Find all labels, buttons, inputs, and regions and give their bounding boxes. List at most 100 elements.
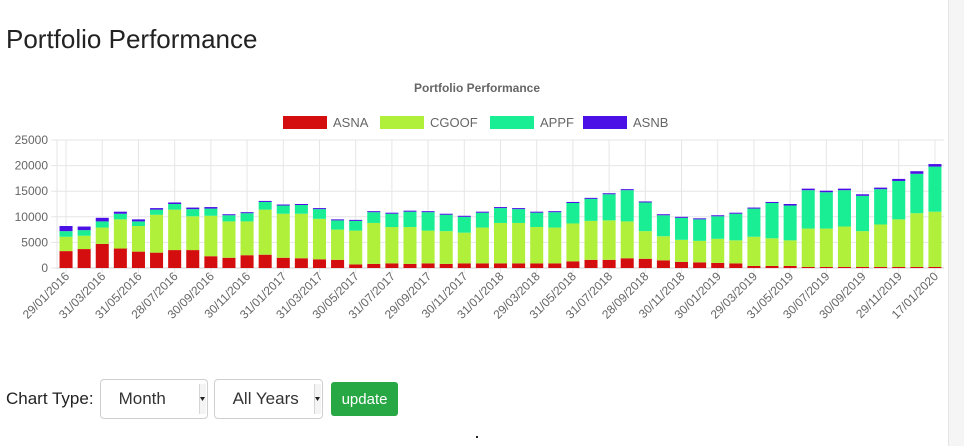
bar-asnb[interactable]: [59, 226, 73, 232]
bar-asnb[interactable]: [222, 214, 236, 216]
bar-asnb[interactable]: [475, 211, 489, 213]
bar-appf[interactable]: [367, 212, 381, 223]
bar-asna[interactable]: [113, 248, 127, 268]
bar-cgoof[interactable]: [59, 236, 73, 252]
bar-asna[interactable]: [493, 263, 508, 268]
bar-appf[interactable]: [403, 211, 417, 228]
bar-cgoof[interactable]: [837, 226, 851, 267]
bar-cgoof[interactable]: [204, 215, 218, 257]
bar-cgoof[interactable]: [276, 213, 290, 258]
bar-asnb[interactable]: [439, 213, 453, 215]
bar-appf[interactable]: [729, 213, 743, 241]
year-select[interactable]: All Years: [213, 379, 323, 419]
bar-asna[interactable]: [530, 263, 544, 268]
bar-asna[interactable]: [783, 265, 797, 268]
bar-appf[interactable]: [892, 180, 906, 220]
bar-cgoof[interactable]: [548, 227, 562, 264]
bar-cgoof[interactable]: [95, 227, 109, 244]
bar-asna[interactable]: [276, 257, 290, 268]
bar-appf[interactable]: [95, 221, 109, 228]
bar-asna[interactable]: [258, 254, 272, 268]
legend-label-appf[interactable]: APPF: [540, 115, 574, 130]
bar-asna[interactable]: [675, 261, 689, 268]
bar-cgoof[interactable]: [928, 211, 942, 267]
bar-asnb[interactable]: [258, 200, 272, 202]
bar-appf[interactable]: [928, 166, 942, 212]
bar-asnb[interactable]: [548, 211, 562, 213]
bar-asna[interactable]: [837, 266, 851, 268]
bar-asnb[interactable]: [819, 190, 833, 193]
bar-asna[interactable]: [711, 262, 725, 268]
bar-asna[interactable]: [638, 258, 652, 268]
bar-appf[interactable]: [910, 173, 924, 214]
bar-asna[interactable]: [910, 266, 924, 268]
bar-asnb[interactable]: [928, 164, 942, 167]
bar-appf[interactable]: [113, 213, 127, 220]
bar-asnb[interactable]: [493, 207, 508, 209]
bar-appf[interactable]: [331, 220, 345, 230]
bar-appf[interactable]: [294, 205, 308, 214]
bar-asna[interactable]: [240, 255, 254, 268]
bar-cgoof[interactable]: [186, 216, 200, 251]
bar-asna[interactable]: [819, 266, 833, 268]
bar-appf[interactable]: [638, 202, 652, 232]
bar-appf[interactable]: [349, 220, 363, 231]
bar-cgoof[interactable]: [783, 240, 797, 266]
bar-asna[interactable]: [168, 250, 182, 268]
legend-label-asna[interactable]: ASNA: [333, 115, 369, 130]
bar-asna[interactable]: [150, 252, 164, 268]
bar-asnb[interactable]: [95, 217, 109, 222]
legend-label-asnb[interactable]: ASNB: [633, 115, 668, 130]
bar-appf[interactable]: [131, 221, 145, 227]
bar-cgoof[interactable]: [294, 213, 308, 259]
bar-appf[interactable]: [240, 213, 254, 222]
bar-asnb[interactable]: [530, 211, 544, 213]
bar-asna[interactable]: [131, 251, 145, 268]
bar-appf[interactable]: [856, 195, 870, 232]
bar-appf[interactable]: [874, 189, 888, 225]
bar-asnb[interactable]: [620, 189, 634, 191]
bar-cgoof[interactable]: [349, 230, 363, 265]
bar-asnb[interactable]: [457, 215, 471, 217]
bar-cgoof[interactable]: [530, 227, 544, 264]
bar-cgoof[interactable]: [475, 227, 489, 264]
bar-asnb[interactable]: [403, 210, 417, 212]
bar-cgoof[interactable]: [168, 209, 182, 251]
bar-asna[interactable]: [765, 265, 779, 268]
bar-asnb[interactable]: [693, 218, 707, 220]
bar-appf[interactable]: [765, 202, 779, 239]
bar-cgoof[interactable]: [892, 219, 906, 267]
bar-asnb[interactable]: [312, 208, 326, 210]
bar-asna[interactable]: [349, 264, 363, 268]
bar-asna[interactable]: [693, 262, 707, 268]
bar-asna[interactable]: [928, 266, 942, 268]
update-button[interactable]: update: [330, 382, 399, 416]
legend-swatch-asna[interactable]: [283, 116, 327, 129]
bar-asna[interactable]: [457, 263, 471, 268]
bar-cgoof[interactable]: [638, 231, 652, 259]
bar-cgoof[interactable]: [675, 239, 689, 262]
bar-asnb[interactable]: [765, 201, 779, 203]
legend-swatch-appf[interactable]: [490, 116, 534, 129]
bar-cgoof[interactable]: [910, 213, 924, 267]
bar-asnb[interactable]: [892, 178, 906, 181]
bar-appf[interactable]: [602, 194, 616, 221]
bar-cgoof[interactable]: [312, 218, 326, 260]
bar-asnb[interactable]: [276, 204, 290, 206]
bar-appf[interactable]: [186, 209, 200, 217]
bar-appf[interactable]: [59, 231, 73, 237]
bar-cgoof[interactable]: [584, 220, 598, 260]
bar-asnb[interactable]: [421, 211, 435, 213]
bar-cgoof[interactable]: [367, 222, 381, 264]
bar-appf[interactable]: [566, 202, 580, 224]
legend-swatch-asnb[interactable]: [583, 116, 627, 129]
bar-appf[interactable]: [675, 217, 689, 240]
bar-cgoof[interactable]: [566, 223, 580, 262]
bar-cgoof[interactable]: [131, 226, 145, 252]
bar-asna[interactable]: [439, 263, 453, 268]
bar-appf[interactable]: [530, 212, 544, 228]
bar-asna[interactable]: [312, 259, 326, 268]
bar-appf[interactable]: [837, 190, 851, 227]
bar-asna[interactable]: [204, 256, 218, 268]
bar-appf[interactable]: [493, 208, 508, 223]
